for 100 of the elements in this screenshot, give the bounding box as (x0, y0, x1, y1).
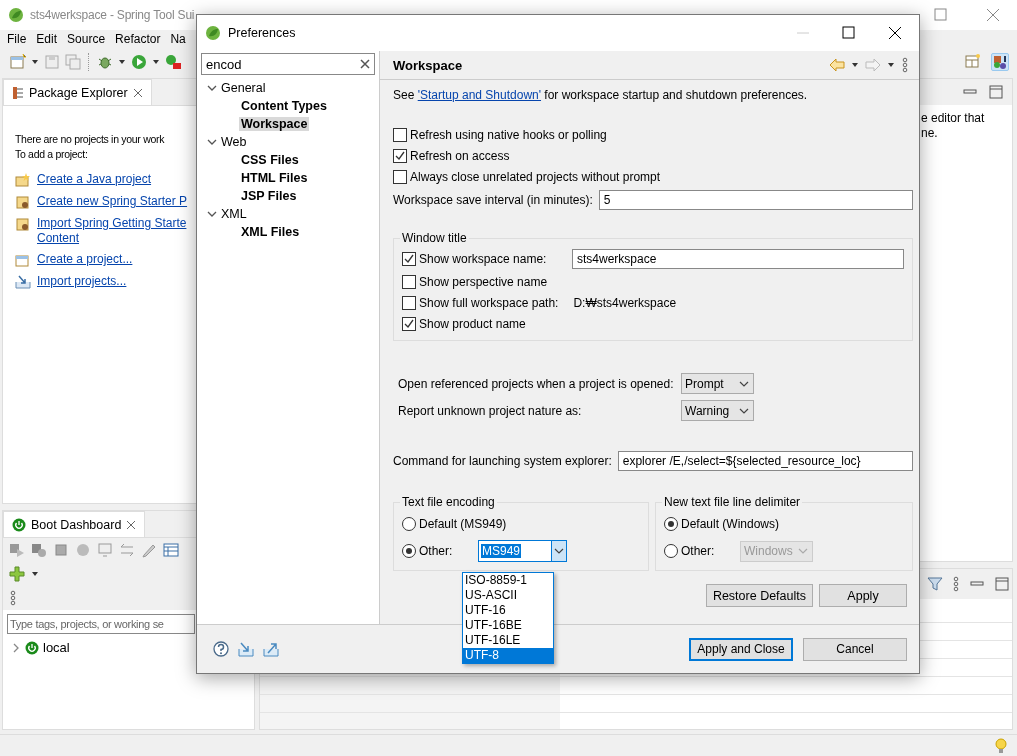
checkbox-label: Show full workspace path: (419, 296, 559, 310)
field-label: Workspace save interval (in minutes): (393, 193, 593, 207)
import-icon[interactable] (238, 641, 254, 657)
page-button[interactable]: Restore Defaults (705, 584, 813, 607)
link[interactable]: Create a project... (37, 252, 133, 267)
filter-field[interactable]: Type tags, projects, or working se (7, 614, 195, 634)
back-icon[interactable] (829, 57, 845, 73)
menu-item[interactable]: File (2, 32, 32, 46)
intro-text: See 'Startup and Shutdown' for workspace startup and shutdown preferences. (393, 87, 809, 103)
new-window-icon[interactable] (965, 53, 981, 69)
message-text: To add a project: (15, 147, 88, 162)
link[interactable]: Create a Java project (37, 172, 152, 187)
menu-item[interactable]: Source (62, 32, 111, 46)
window-title: sts4werkspace - Spring Tool Sui (30, 8, 195, 22)
maximize-icon[interactable] (988, 84, 1004, 100)
input-field[interactable]: explorer /E,/select=${selected_resource_loc} (617, 451, 913, 471)
tree-item[interactable]: JSP Files (239, 189, 299, 203)
menu-item[interactable]: Edit (31, 32, 63, 46)
tree-item[interactable]: CSS Files (239, 153, 301, 167)
start-icon[interactable] (9, 542, 25, 558)
group-title: Text file encoding (400, 495, 497, 510)
close-icon[interactable] (887, 25, 903, 41)
dialog-title: Preferences (228, 26, 296, 40)
chevron-down-icon[interactable] (207, 83, 217, 93)
tree-item[interactable]: Web (221, 135, 247, 149)
list-item[interactable]: US-ASCII (463, 588, 553, 603)
radio-button[interactable] (664, 544, 678, 558)
menu-item[interactable]: Na (165, 32, 191, 46)
list-item[interactable]: UTF-16LE (463, 633, 553, 648)
more-icon[interactable] (901, 57, 909, 73)
close-icon (126, 519, 137, 530)
input-field[interactable]: sts4werkspace (572, 249, 904, 269)
maximize-icon[interactable] (994, 576, 1010, 592)
checkbox-label: Refresh on access (410, 149, 510, 163)
chevron-down-icon[interactable] (207, 137, 217, 147)
dialog-button[interactable]: Apply and Close (689, 637, 793, 661)
link[interactable]: Import Spring Getting Starte Content (37, 216, 187, 246)
stop-icon[interactable] (53, 542, 69, 558)
radio-button[interactable] (664, 517, 678, 531)
help-icon[interactable] (213, 641, 229, 657)
export-icon[interactable] (263, 641, 279, 657)
add-icon[interactable] (9, 566, 25, 582)
checkbox[interactable] (402, 317, 416, 331)
pencil-icon[interactable] (141, 542, 157, 558)
hint-text: ne. (921, 126, 939, 141)
chevron-right-icon[interactable] (11, 642, 21, 653)
tree-item[interactable]: Content Types (239, 99, 329, 113)
power-icon (12, 517, 26, 532)
menu-item[interactable]: Refactor (110, 32, 166, 46)
page-button[interactable]: Apply (819, 584, 907, 607)
path-text: D:₩sts4werkspace (573, 296, 677, 310)
chevron-down-icon[interactable] (207, 209, 217, 219)
radio-label: Default (Windows) (681, 517, 780, 531)
maximize-icon[interactable] (841, 25, 857, 41)
checkbox[interactable] (402, 296, 416, 310)
hint-text: e editor that (921, 111, 986, 126)
checkbox[interactable] (393, 170, 407, 184)
tree-item[interactable]: XML (221, 207, 247, 221)
run-icon[interactable] (131, 54, 147, 70)
tree-item[interactable]: Workspace (239, 117, 310, 131)
list-item[interactable]: UTF-16BE (463, 618, 553, 633)
dropdown[interactable]: Prompt (681, 373, 754, 394)
list-item[interactable]: ISO-8859-1 (463, 573, 553, 588)
new-file-icon[interactable] (10, 54, 26, 70)
tree-item[interactable]: HTML Files (239, 171, 310, 185)
bug-icon[interactable] (97, 54, 113, 70)
link[interactable]: Import projects... (37, 274, 127, 289)
clear-icon (360, 59, 370, 69)
checkbox[interactable] (402, 252, 416, 266)
startup-link[interactable]: 'Startup and Shutdown' (417, 88, 542, 102)
checkbox[interactable] (402, 275, 416, 289)
checkbox[interactable] (393, 149, 407, 163)
package-explorer-tab[interactable]: Package Explorer (3, 79, 152, 105)
run-server-icon[interactable] (165, 54, 181, 70)
debug-icon[interactable] (31, 542, 47, 558)
filter-icon[interactable] (927, 576, 943, 592)
list-item[interactable]: UTF-16 (463, 603, 553, 618)
more-icon[interactable] (9, 590, 17, 606)
field-label: Report unknown project nature as: (398, 403, 583, 418)
tree-item[interactable]: General (221, 81, 266, 95)
tree-item[interactable]: local (43, 640, 70, 655)
dropdown[interactable]: Warning (681, 400, 754, 421)
input-field[interactable]: 5 (598, 190, 913, 210)
checkbox[interactable] (393, 128, 407, 142)
lightbulb-icon[interactable] (993, 737, 1009, 754)
checkbox-label: Show workspace name: (419, 252, 547, 266)
table-icon[interactable] (163, 542, 179, 558)
encoding-combo[interactable]: MS949 (478, 540, 567, 562)
search-field[interactable]: encod (201, 53, 375, 75)
radio-label: Other: (419, 544, 454, 558)
tree-item[interactable]: XML Files (239, 225, 302, 239)
radio-button[interactable] (402, 517, 416, 531)
link[interactable]: Create new Spring Starter P (37, 194, 188, 209)
dialog-button[interactable]: Cancel (803, 637, 907, 661)
radio-button[interactable] (402, 544, 416, 558)
arrows-icon[interactable] (119, 542, 135, 558)
boot-dashboard-tab[interactable]: Boot Dashboard (3, 511, 146, 537)
list-item[interactable]: UTF-8 (463, 648, 553, 663)
perspective-icon[interactable] (992, 54, 1008, 70)
more-icon[interactable] (952, 576, 960, 592)
